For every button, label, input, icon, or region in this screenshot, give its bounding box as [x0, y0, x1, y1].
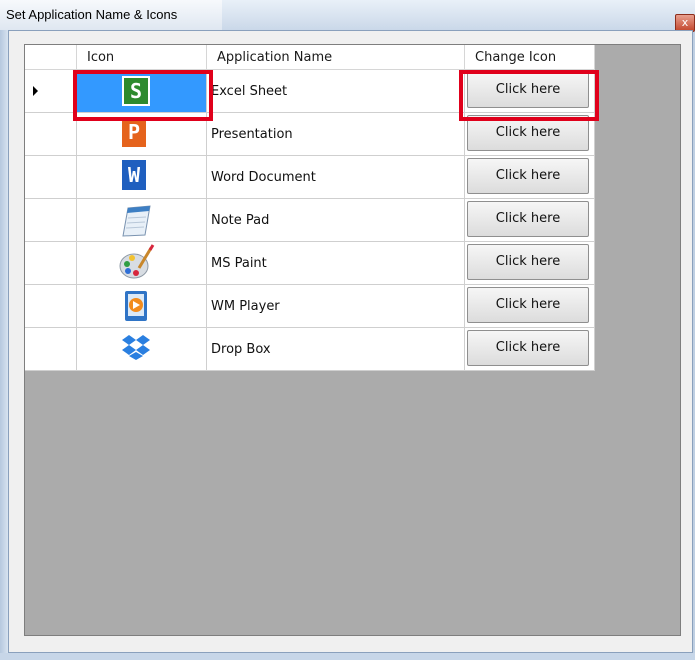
applications-grid[interactable]: Icon Application Name Change Icon S Exce…: [24, 44, 681, 636]
change-icon-button[interactable]: Click here: [467, 158, 589, 194]
presentation-icon: P: [122, 117, 146, 147]
window-bottom-border: [0, 653, 695, 660]
change-icon-button[interactable]: Click here: [467, 330, 589, 366]
row-header[interactable]: [25, 156, 77, 199]
row-header[interactable]: [25, 328, 77, 371]
change-icon-button[interactable]: Click here: [467, 244, 589, 280]
icon-cell[interactable]: W: [77, 156, 207, 199]
icon-cell[interactable]: [77, 199, 207, 242]
application-name-cell[interactable]: Word Document: [207, 156, 465, 199]
application-name-cell[interactable]: WM Player: [207, 285, 465, 328]
application-name-cell[interactable]: MS Paint: [207, 242, 465, 285]
change-icon-cell: Click here: [465, 242, 595, 285]
icon-cell[interactable]: [77, 242, 207, 285]
paint-palette-icon: [119, 244, 155, 279]
row-header[interactable]: [25, 113, 77, 156]
column-header-icon[interactable]: Icon: [77, 45, 207, 70]
row-header[interactable]: [25, 70, 77, 113]
column-header-application-name-label: Application Name: [217, 50, 333, 65]
row-header[interactable]: [25, 242, 77, 285]
column-header-change-icon-label: Change Icon: [475, 50, 557, 65]
change-icon-cell: Click here: [465, 285, 595, 328]
column-header-change-icon[interactable]: Change Icon: [465, 45, 595, 70]
current-row-arrow-icon: [33, 86, 38, 96]
button-highlight-box: [459, 70, 599, 121]
application-name-cell[interactable]: Drop Box: [207, 328, 465, 371]
document-icon: W: [122, 160, 146, 190]
dropbox-icon: [122, 335, 150, 360]
media-player-icon: [125, 291, 147, 321]
document-icon-glyph: W: [127, 163, 141, 187]
icon-cell[interactable]: [77, 285, 207, 328]
presentation-icon-glyph: P: [127, 120, 141, 144]
application-name-cell[interactable]: Excel Sheet: [207, 70, 465, 113]
application-name-cell[interactable]: Presentation: [207, 113, 465, 156]
column-header-application-name[interactable]: Application Name: [207, 45, 465, 70]
window-title: Set Application Name & Icons: [6, 7, 178, 22]
change-icon-button[interactable]: Click here: [467, 201, 589, 237]
change-icon-cell: Click here: [465, 156, 595, 199]
column-header-icon-label: Icon: [87, 50, 115, 65]
row-header[interactable]: [25, 199, 77, 242]
title-bar: Set Application Name & Icons x: [0, 0, 695, 32]
change-icon-button[interactable]: Click here: [467, 287, 589, 323]
grid-header-corner: [25, 45, 77, 70]
change-icon-cell: Click here: [465, 328, 595, 371]
notepad-icon: [122, 205, 151, 237]
icon-cell[interactable]: [77, 328, 207, 371]
application-window: Set Application Name & Icons x Icon Appl…: [0, 0, 695, 660]
application-name-cell[interactable]: Note Pad: [207, 199, 465, 242]
change-icon-cell: Click here: [465, 199, 595, 242]
window-left-border: [0, 30, 8, 660]
icon-highlight-box: [73, 70, 213, 121]
row-header[interactable]: [25, 285, 77, 328]
